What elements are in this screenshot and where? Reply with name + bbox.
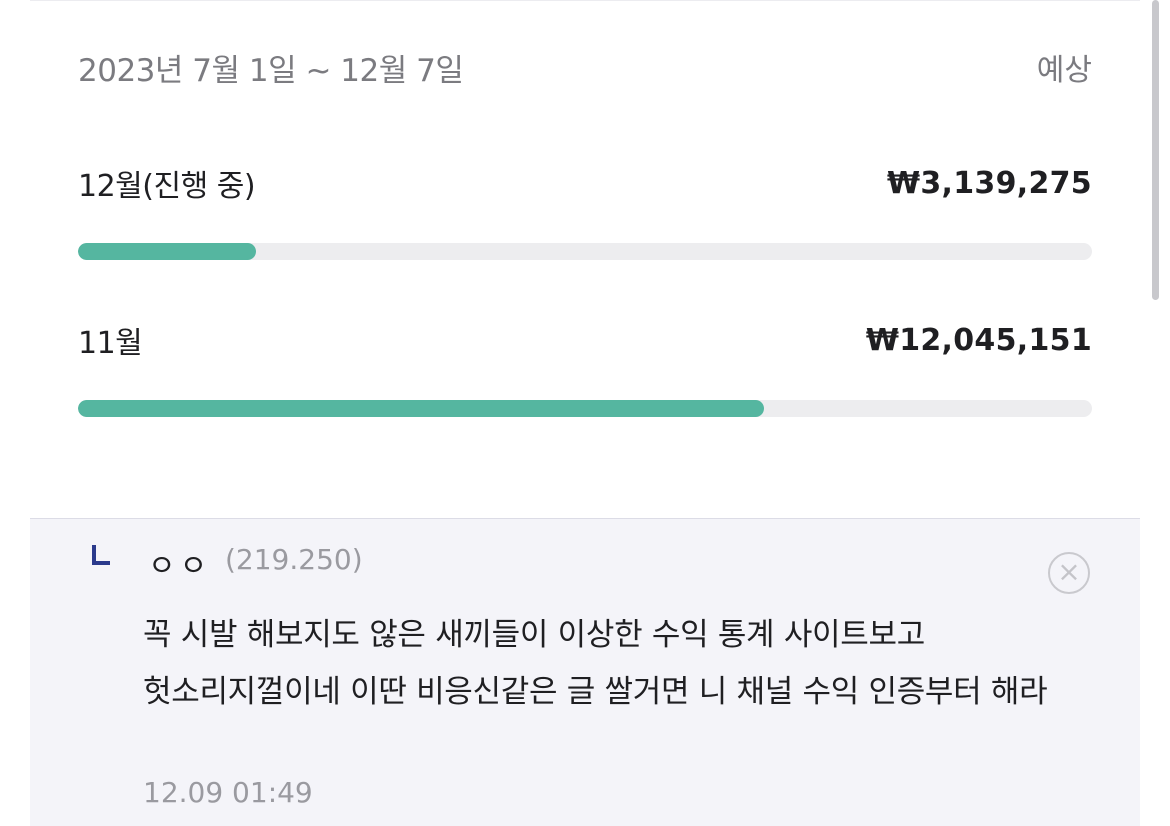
- progress-track: [78, 400, 1092, 417]
- period-header: 2023년 7월 1일 ~ 12월 7일 예상: [78, 42, 1092, 92]
- month-label: 12월(진행 중): [78, 169, 256, 204]
- comment-body: 꼭 시발 해보지도 않은 새끼들이 이상한 수익 통계 사이트보고 헛소리지껄이…: [143, 617, 1048, 710]
- progress-track: [78, 243, 1092, 260]
- month-row-december: 12월(진행 중) ₩3,139,275: [78, 158, 1092, 288]
- forecast-label: 예상: [1036, 53, 1092, 88]
- comment-author[interactable]: ㅇㅇ: [148, 541, 211, 585]
- reply-comment: ㅇㅇ (219.250) × 꼭 시발 해보지도 않은 새끼들이 이상한 수익 …: [30, 518, 1140, 826]
- close-icon: ×: [1057, 555, 1081, 588]
- progress-fill: [78, 243, 257, 260]
- period-range: 2023년 7월 1일 ~ 12월 7일: [78, 52, 464, 89]
- delete-comment-button[interactable]: ×: [1048, 552, 1090, 594]
- month-row-november: 11월 ₩12,045,151: [78, 315, 1092, 445]
- month-amount: ₩12,045,151: [865, 322, 1092, 358]
- comment-ip: (219.250): [225, 543, 363, 576]
- month-label: 11월: [78, 326, 143, 361]
- comment-timestamp: 12.09 01:49: [143, 776, 313, 809]
- scrollbar-thumb[interactable]: [1152, 0, 1159, 300]
- progress-fill: [78, 400, 765, 417]
- month-amount: ₩3,139,275: [886, 165, 1092, 201]
- reply-arrow-icon: [90, 541, 112, 567]
- revenue-stats-card: 2023년 7월 1일 ~ 12월 7일 예상 12월(진행 중) ₩3,139…: [30, 0, 1140, 520]
